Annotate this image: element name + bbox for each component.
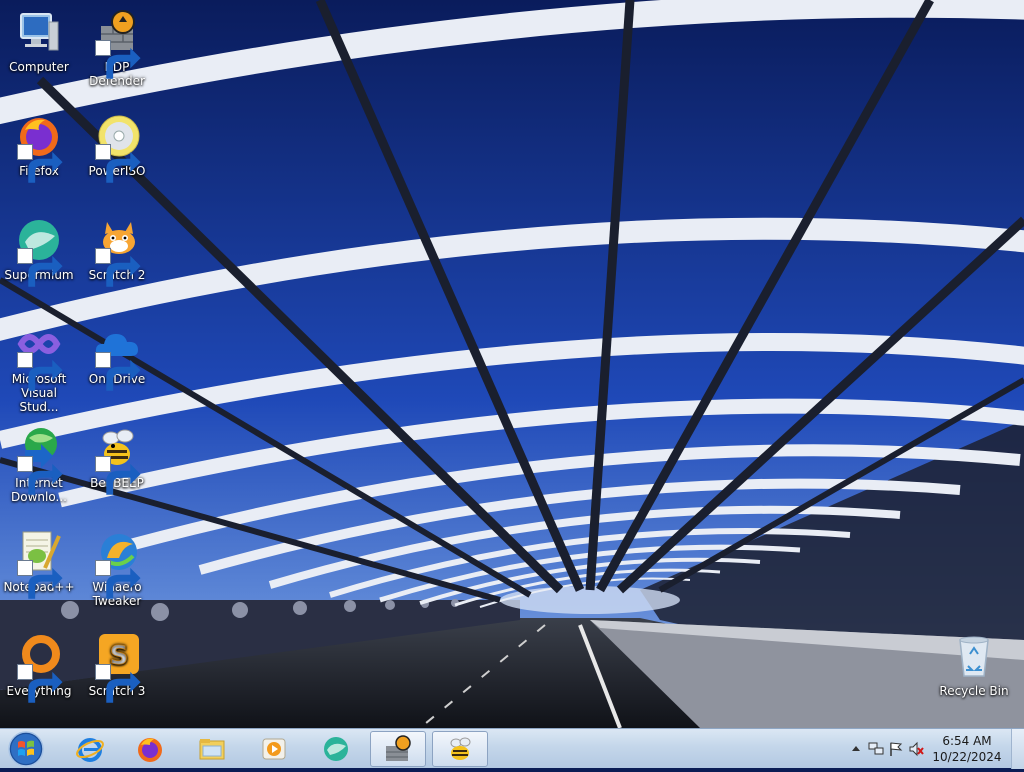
desktop-icon-poweriso[interactable]: PowerISO xyxy=(79,112,155,183)
volume-muted-icon[interactable] xyxy=(908,741,924,757)
shortcut-arrow-icon xyxy=(17,352,63,391)
taskbar-file-explorer[interactable] xyxy=(184,731,240,767)
supermium-icon xyxy=(324,737,348,761)
onedrive-cloud-icon xyxy=(93,320,141,391)
file-explorer-icon xyxy=(199,739,225,760)
desktop-icon-everything[interactable]: Everything xyxy=(1,632,77,703)
desktop-icon-scratch2[interactable]: Scratch 2 xyxy=(79,216,155,287)
shortcut-arrow-icon xyxy=(95,456,141,495)
download-globe-icon xyxy=(15,424,63,495)
clock-date: 10/22/2024 xyxy=(932,750,1002,764)
shortcut-arrow-icon xyxy=(17,144,63,183)
desktop-icon-notepadpp[interactable]: Notepad++ xyxy=(1,528,77,599)
beebeep-icon xyxy=(450,737,471,760)
scratch-cat-icon xyxy=(93,216,141,287)
taskbar-internet-explorer[interactable] xyxy=(62,731,118,767)
shortcut-arrow-icon xyxy=(17,248,63,287)
firefox-icon xyxy=(15,112,63,183)
network-icon[interactable] xyxy=(868,741,884,757)
visual-studio-icon xyxy=(15,320,63,391)
winaero-tweaker-icon xyxy=(93,528,141,599)
computer-icon xyxy=(15,8,63,56)
scratch3-icon: S xyxy=(93,632,141,703)
desktop-icon-recycle-bin[interactable]: Recycle Bin xyxy=(936,632,1012,698)
desktop-icon-computer[interactable]: Computer xyxy=(1,8,77,74)
desktop-icon-scratch3[interactable]: S Scratch 3 xyxy=(79,632,155,703)
media-player-icon xyxy=(262,738,286,760)
rdp-defender-icon xyxy=(386,735,411,761)
notepadpp-icon xyxy=(15,528,63,599)
taskbar: 6:54 AM 10/22/2024 xyxy=(0,728,1024,769)
desktop-icon-internet-download-manager[interactable]: Internet Downlo... xyxy=(1,424,77,504)
supermium-icon xyxy=(15,216,63,287)
action-center-flag-icon[interactable] xyxy=(888,741,904,757)
bee-icon xyxy=(93,424,141,495)
desktop-icon-onedrive[interactable]: OneDrive xyxy=(79,320,155,391)
shortcut-arrow-icon xyxy=(95,248,141,287)
shortcut-arrow-icon xyxy=(17,456,63,495)
show-desktop-button[interactable] xyxy=(1011,729,1024,769)
shortcut-arrow-icon xyxy=(95,664,141,703)
firefox-icon xyxy=(138,738,162,762)
shortcut-arrow-icon xyxy=(17,664,63,703)
taskbar-firefox[interactable] xyxy=(122,731,178,767)
clock-time: 6:54 AM xyxy=(942,734,992,748)
start-button[interactable] xyxy=(4,730,48,768)
rdp-defender-icon xyxy=(93,8,141,79)
taskbar-beebeep[interactable] xyxy=(432,731,488,767)
desktop-icon-visual-studio[interactable]: Microsoft Visual Stud... xyxy=(1,320,77,414)
poweriso-disc-icon xyxy=(93,112,141,183)
taskbar-media-player[interactable] xyxy=(246,731,302,767)
desktop-icon-firefox[interactable]: Firefox xyxy=(1,112,77,183)
clock[interactable]: 6:54 AM 10/22/2024 xyxy=(932,733,1002,765)
everything-search-icon xyxy=(15,632,63,703)
shortcut-arrow-icon xyxy=(17,560,63,599)
shortcut-arrow-icon xyxy=(95,352,141,391)
desktop-icon-winaero-tweaker[interactable]: Winaero Tweaker xyxy=(79,528,155,608)
desktop-icon-supermium[interactable]: Supermium xyxy=(1,216,77,287)
recycle-bin-icon xyxy=(950,632,998,680)
shortcut-arrow-icon xyxy=(95,144,141,183)
internet-explorer-icon xyxy=(76,738,104,762)
shortcut-arrow-icon xyxy=(95,560,141,599)
desktop-icon-beebeep[interactable]: BeeBEEP xyxy=(79,424,155,495)
shortcut-arrow-icon xyxy=(95,40,141,79)
system-tray: 6:54 AM 10/22/2024 xyxy=(834,729,1024,769)
windows-start-orb-icon xyxy=(8,731,44,767)
show-hidden-icons-chevron-icon[interactable] xyxy=(848,741,864,757)
taskbar-rdp-defender[interactable] xyxy=(370,731,426,767)
desktop-icon-rdp-defender[interactable]: RDP Defender xyxy=(79,8,155,88)
taskbar-supermium[interactable] xyxy=(308,731,364,767)
